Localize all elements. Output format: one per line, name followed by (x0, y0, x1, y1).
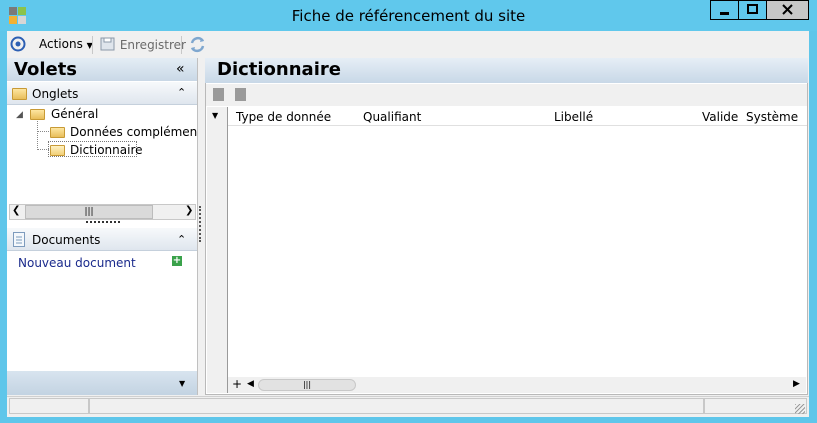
tree-item-general[interactable]: Général (51, 107, 98, 121)
new-document-link[interactable]: Nouveau document (18, 256, 136, 270)
status-cell (704, 398, 807, 414)
column-header-systeme[interactable]: Système (746, 110, 798, 124)
grid-row-selector (207, 107, 228, 393)
grid-toolbar (206, 84, 807, 106)
tree-line (38, 131, 49, 132)
tree-item-dictionnaire[interactable]: Dictionnaire (70, 143, 143, 157)
resize-grip[interactable] (86, 221, 120, 223)
edit-row-icon[interactable] (235, 88, 246, 101)
tree-line (37, 121, 39, 150)
chevron-down-icon[interactable]: ▼ (179, 379, 185, 388)
column-header-libelle[interactable]: Libellé (554, 110, 593, 124)
tree-item-donnees-complementaires[interactable]: Données complémentair (70, 125, 197, 139)
maximize-button[interactable] (738, 0, 767, 20)
status-cell (9, 398, 89, 414)
documents-label: Documents (32, 233, 101, 247)
save-label: Enregistrer (119, 38, 186, 52)
column-chooser-icon[interactable]: ▼ (212, 111, 218, 120)
new-row-icon[interactable] (213, 88, 224, 101)
scroll-left-arrow[interactable]: ◀ (247, 379, 254, 389)
add-row-button[interactable]: + (232, 377, 242, 391)
tree-expand-icon[interactable]: ◢ (16, 110, 23, 120)
chevron-up-icon[interactable]: ⌃ (177, 233, 186, 246)
size-grip[interactable] (795, 404, 805, 414)
refresh-icon[interactable] (189, 36, 206, 56)
scroll-thumb[interactable]: ||| (25, 205, 153, 219)
save-icon (100, 37, 116, 54)
close-button[interactable] (766, 0, 809, 20)
column-header-valide[interactable]: Valide (702, 110, 738, 124)
minimize-button[interactable] (710, 0, 739, 20)
actions-menu[interactable]: Actions ▼ (39, 37, 93, 51)
column-header-qualifiant[interactable]: Qualifiant (363, 110, 421, 124)
toolbar-separator (181, 36, 182, 54)
target-icon[interactable] (10, 36, 26, 55)
scroll-right-arrow[interactable]: ❯ (185, 205, 193, 216)
scroll-left-arrow[interactable]: ❮ (12, 205, 20, 216)
collapse-panel-button[interactable]: « (176, 61, 185, 77)
onglets-label: Onglets (32, 87, 79, 101)
document-icon (13, 232, 25, 250)
status-cell (89, 398, 704, 414)
volets-title: Volets (14, 59, 78, 80)
add-document-icon[interactable]: + (172, 256, 182, 266)
folder-icon (50, 127, 65, 138)
open-folder-icon (50, 145, 65, 156)
folder-icon (12, 88, 27, 100)
save-button[interactable]: Enregistrer (100, 37, 186, 54)
panel-footer (7, 371, 197, 395)
page-title: Dictionnaire (217, 59, 341, 80)
chevron-up-icon[interactable]: ⌃ (177, 86, 186, 99)
scroll-right-arrow[interactable]: ▶ (793, 379, 800, 389)
toolbar-separator (92, 36, 93, 54)
folder-icon (30, 109, 45, 120)
window-title: Fiche de référencement du site (291, 7, 526, 25)
actions-label: Actions (39, 37, 83, 51)
scroll-thumb[interactable]: ||| (258, 379, 356, 391)
column-header-type[interactable]: Type de donnée (236, 110, 331, 124)
